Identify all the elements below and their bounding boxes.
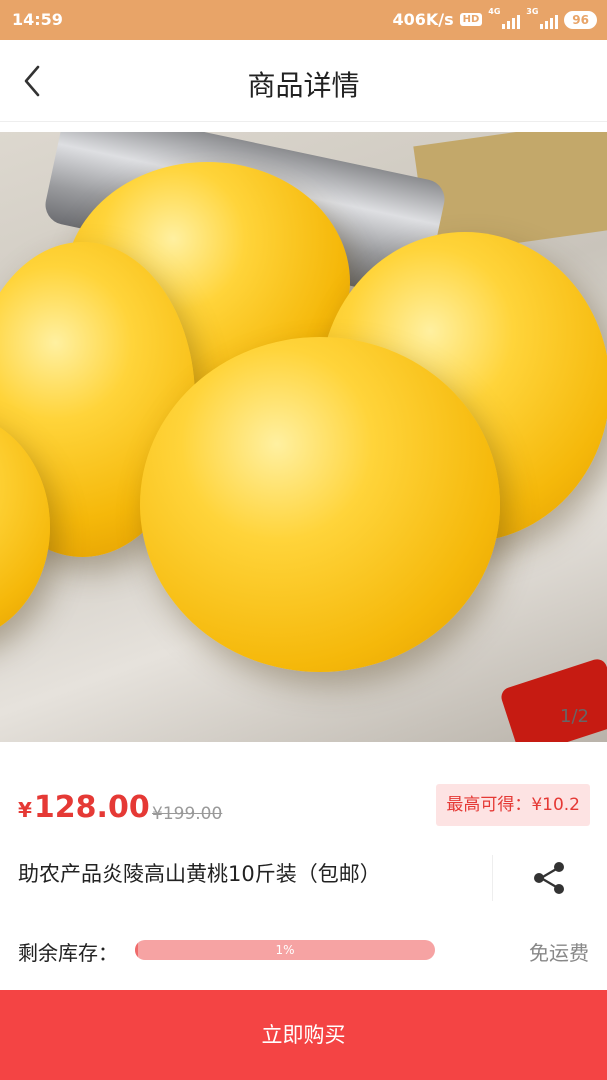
product-image-carousel[interactable]: 1/2 — [0, 132, 607, 742]
product-title: 助农产品炎陵高山黄桃10斤装（包邮） — [18, 862, 381, 886]
stock-label: 剩余库存： — [18, 941, 118, 965]
price-value: 128.00 — [33, 790, 150, 825]
hd-icon: HD — [459, 13, 483, 26]
page-title: 商品详情 — [247, 69, 360, 102]
share-icon[interactable] — [530, 858, 570, 898]
current-price: ¥ 128.00 — [18, 790, 150, 825]
status-indicators: 406K/s HD 4G 3G 96 — [392, 7, 597, 29]
network-speed: 406K/s — [392, 10, 454, 29]
nav-bar: 商品详情 — [0, 40, 607, 122]
signal-3g-label: 3G — [526, 6, 539, 16]
stock-progress-text: 1% — [275, 943, 295, 957]
signal-4g-label: 4G — [488, 6, 501, 16]
divider — [492, 855, 493, 901]
buy-now-button[interactable]: 立即购买 — [0, 990, 607, 1080]
battery-icon: 96 — [564, 10, 597, 29]
signal-4g-icon: 4G — [488, 7, 521, 29]
price-currency: ¥ — [18, 798, 32, 822]
image-red-object — [498, 656, 607, 742]
free-shipping-label: 免运费 — [529, 941, 589, 965]
status-bar: 14:59 406K/s HD 4G 3G 96 — [0, 0, 607, 40]
original-price: ¥199.00 — [152, 804, 223, 824]
image-peach — [140, 337, 500, 672]
stock-progress-bar: 1% — [135, 940, 435, 960]
image-page-indicator: 1/2 — [560, 706, 589, 727]
status-time: 14:59 — [12, 10, 63, 29]
max-earn-badge: 最高可得：¥10.2 — [436, 784, 590, 826]
signal-3g-icon: 3G — [526, 7, 559, 29]
